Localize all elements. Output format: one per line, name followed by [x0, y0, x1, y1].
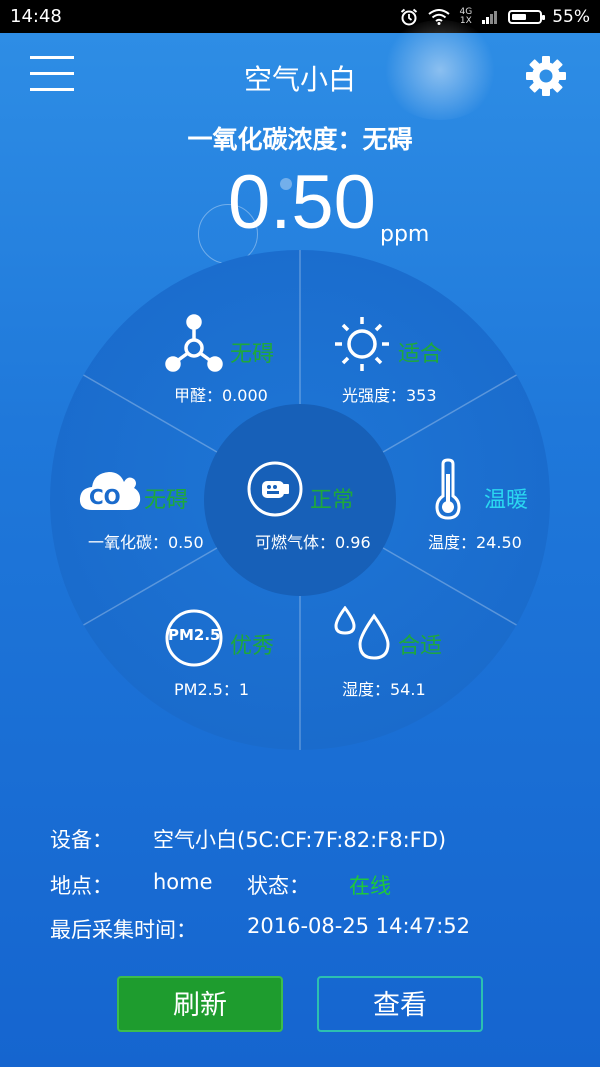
sun-icon — [335, 317, 389, 371]
location-label: 地点： — [50, 874, 113, 898]
status-time: 14:48 — [10, 6, 62, 27]
device-label: 设备： — [50, 828, 113, 852]
signal-icon — [482, 10, 498, 24]
device-value: 空气小白(5C:CF:7F:82:F8:FD) — [153, 828, 447, 852]
last-collect-value: 2016-08-25 14:47:52 — [247, 914, 471, 938]
temperature-status: 温暖 — [484, 488, 529, 513]
pm25-label: PM2.5：1 — [174, 680, 250, 699]
gas-meter-icon — [247, 461, 303, 517]
battery-percent: 55% — [552, 6, 590, 27]
location-row: 地点： home 状态： 在线 — [50, 870, 391, 900]
refresh-button[interactable]: 刷新 — [117, 976, 283, 1032]
light-label: 光强度：353 — [342, 386, 437, 405]
battery-icon — [508, 9, 546, 24]
molecule-icon — [165, 314, 223, 372]
view-button[interactable]: 查看 — [317, 976, 483, 1032]
location-value: home — [153, 870, 213, 894]
page-title: 空气小白 — [243, 63, 356, 96]
combustible-status: 正常 — [310, 488, 355, 513]
gear-icon — [526, 56, 566, 96]
wifi-icon — [427, 8, 450, 25]
water-drops-icon — [334, 606, 390, 660]
settings-button[interactable] — [524, 54, 568, 98]
humidity-status: 合适 — [398, 634, 443, 659]
temperature-label: 温度：24.50 — [428, 533, 522, 552]
network-bottom-label: 1X — [459, 15, 472, 26]
co-reading-unit: ppm — [380, 222, 430, 247]
humidity-label: 湿度：54.1 — [342, 680, 426, 699]
co-status-heading: 一氧化碳浓度：无碍 — [187, 125, 413, 154]
formaldehyde-label: 甲醛：0.000 — [174, 386, 268, 405]
light-status: 适合 — [398, 342, 443, 367]
pm25-icon-text: PM2.5 — [168, 626, 221, 644]
state-label: 状态： — [247, 874, 310, 898]
state-value: 在线 — [349, 874, 391, 898]
thermometer-icon — [435, 458, 461, 520]
status-bar: 14:48 4G 1X 55% — [0, 0, 600, 33]
co-label: 一氧化碳：0.50 — [88, 533, 204, 552]
co-status: 无碍 — [144, 488, 189, 513]
sensor-wheel: 无碍 甲醛：0.000 适合 光强度：353 CO 无碍 一氧化碳：0.50 正… — [50, 250, 550, 750]
status-icons: 4G 1X 55% — [400, 6, 590, 27]
alarm-icon — [400, 8, 417, 25]
co-reading-value: 0.50 — [228, 160, 376, 245]
battery-fill — [512, 13, 527, 20]
last-collect-row: 最后采集时间： 2016-08-25 14:47:52 — [50, 914, 470, 944]
pm25-status: 优秀 — [230, 634, 275, 659]
last-collect-label: 最后采集时间： — [50, 918, 197, 942]
network-type: 4G 1X — [459, 7, 473, 26]
app-header: 空气小白 — [0, 40, 600, 112]
co-icon-text: CO — [89, 485, 121, 509]
formaldehyde-status: 无碍 — [230, 342, 275, 367]
combustible-label: 可燃气体：0.96 — [255, 533, 371, 552]
device-row: 设备： 空气小白(5C:CF:7F:82:F8:FD) — [50, 824, 446, 854]
